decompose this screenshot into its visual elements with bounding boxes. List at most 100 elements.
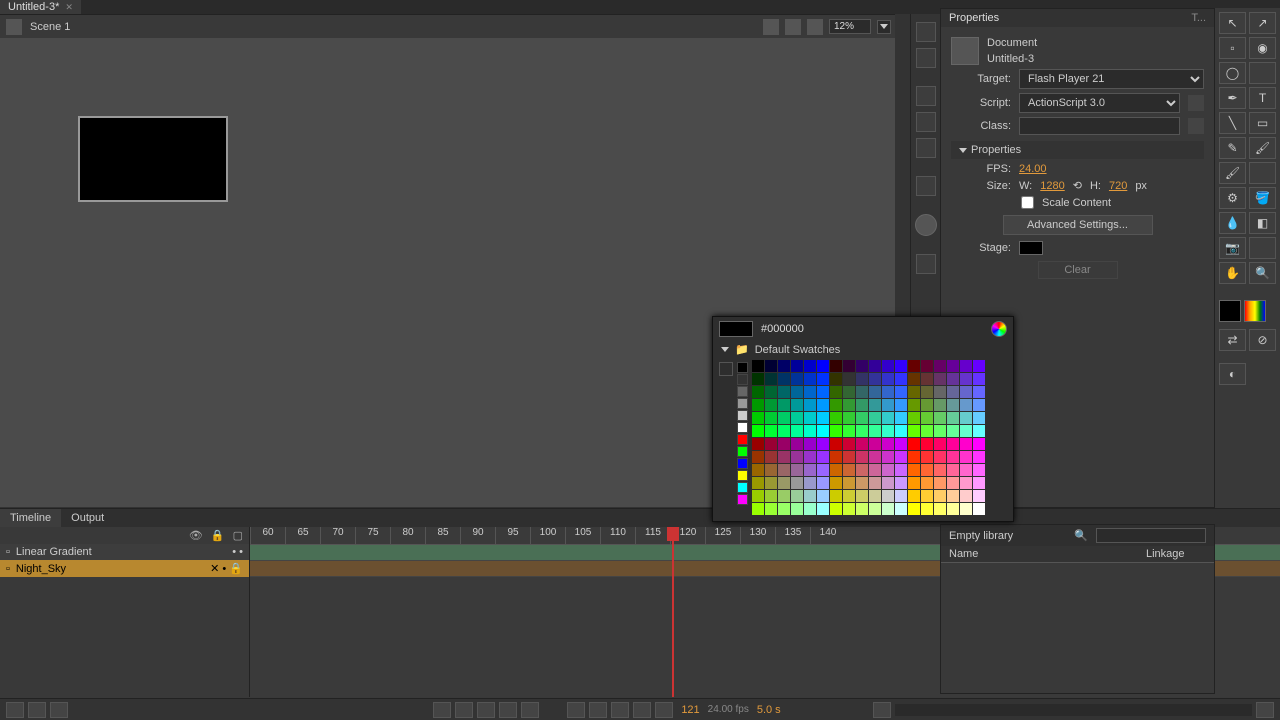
swatch[interactable] (895, 438, 907, 450)
swatch[interactable] (791, 386, 803, 398)
swatch-gray3[interactable] (737, 398, 748, 409)
swatch[interactable] (934, 490, 946, 502)
tool-18[interactable] (1249, 237, 1276, 259)
swatch[interactable] (882, 490, 894, 502)
swatch[interactable] (908, 451, 920, 463)
swatch[interactable] (934, 399, 946, 411)
swatch[interactable] (791, 503, 803, 515)
swatch[interactable] (752, 399, 764, 411)
swatch[interactable] (921, 503, 933, 515)
ruler-tick[interactable]: 70 (320, 527, 355, 544)
swatch[interactable] (856, 451, 868, 463)
swatch[interactable] (960, 438, 972, 450)
edit-scene-icon[interactable] (763, 19, 779, 35)
new-layer-button[interactable] (6, 702, 24, 718)
swatch[interactable] (895, 425, 907, 437)
swatch[interactable] (947, 412, 959, 424)
swatch[interactable] (791, 412, 803, 424)
eye-icon[interactable]: 👁 (189, 529, 203, 542)
swatch[interactable] (843, 399, 855, 411)
no-color-icon[interactable]: ⊘ (1249, 329, 1276, 351)
zoom-input[interactable]: 12% (829, 19, 871, 34)
ruler-tick[interactable]: 115 (635, 527, 670, 544)
swatch[interactable] (934, 438, 946, 450)
linkage-column[interactable]: Linkage (1146, 548, 1206, 560)
class-input[interactable] (1019, 117, 1180, 135)
swatch[interactable] (869, 412, 881, 424)
loop-button[interactable] (589, 702, 607, 718)
swatch[interactable] (791, 425, 803, 437)
swatch[interactable] (817, 373, 829, 385)
scroll-left-button[interactable] (873, 702, 891, 718)
swatch[interactable] (869, 464, 881, 476)
swatch[interactable] (895, 451, 907, 463)
swatch[interactable] (921, 399, 933, 411)
swatch-cyan[interactable] (737, 482, 748, 493)
swatch[interactable] (973, 386, 985, 398)
swatch[interactable] (921, 438, 933, 450)
line-tool[interactable]: ╲ (1219, 112, 1246, 134)
swatch[interactable] (973, 464, 985, 476)
swatch[interactable] (830, 477, 842, 489)
swatch[interactable] (960, 490, 972, 502)
swatch[interactable] (804, 360, 816, 372)
swatch[interactable] (765, 373, 777, 385)
swatch[interactable] (947, 360, 959, 372)
new-folder-button[interactable] (28, 702, 46, 718)
swatch[interactable] (817, 438, 829, 450)
swatch[interactable] (752, 477, 764, 489)
swatch[interactable] (791, 451, 803, 463)
pen-tool[interactable]: ✒ (1219, 87, 1246, 109)
swatch[interactable] (960, 451, 972, 463)
swatch[interactable] (960, 412, 972, 424)
swatch[interactable] (934, 477, 946, 489)
swatch[interactable] (934, 386, 946, 398)
swatch[interactable] (804, 386, 816, 398)
document-tab[interactable]: Untitled-3* ✕ (0, 0, 81, 14)
paint-brush-tool[interactable]: 🖌 (1219, 162, 1246, 184)
swatch[interactable] (960, 464, 972, 476)
swatch[interactable] (856, 412, 868, 424)
dock-icon-7[interactable] (916, 254, 936, 274)
swatch[interactable] (843, 490, 855, 502)
swatch[interactable] (908, 360, 920, 372)
swatch[interactable] (960, 503, 972, 515)
stage-color-swatch[interactable] (1019, 241, 1043, 255)
swatch[interactable] (882, 399, 894, 411)
ruler-tick[interactable]: 80 (390, 527, 425, 544)
dock-icon-6[interactable] (916, 176, 936, 196)
color-grid[interactable] (752, 360, 1007, 515)
swatch[interactable] (921, 360, 933, 372)
outline-icon[interactable]: ▢ (233, 529, 243, 542)
fill-color[interactable] (1244, 300, 1266, 322)
stage-canvas[interactable] (78, 116, 228, 202)
swatch[interactable] (843, 386, 855, 398)
playhead[interactable] (672, 527, 674, 697)
swatch[interactable] (934, 451, 946, 463)
swatch[interactable] (947, 451, 959, 463)
swatch-blue[interactable] (737, 458, 748, 469)
side-tab[interactable]: T... (1191, 12, 1206, 24)
swatch[interactable] (947, 464, 959, 476)
swatch[interactable] (895, 373, 907, 385)
free-transform-tool[interactable]: ▫ (1219, 37, 1246, 59)
link-icon[interactable]: ⟲ (1073, 179, 1082, 192)
swatch[interactable] (947, 477, 959, 489)
swatch-white[interactable] (737, 422, 748, 433)
swatch[interactable] (908, 412, 920, 424)
swatch[interactable] (843, 464, 855, 476)
w-value[interactable]: 1280 (1040, 180, 1064, 192)
options-icon[interactable]: ◐ (1219, 363, 1246, 385)
step-back-button[interactable] (455, 702, 473, 718)
swatch[interactable] (843, 360, 855, 372)
bone-tool[interactable]: ⚙ (1219, 187, 1246, 209)
ruler-tick[interactable]: 75 (355, 527, 390, 544)
swatch[interactable] (778, 503, 790, 515)
swatch[interactable] (752, 503, 764, 515)
swatch[interactable] (895, 412, 907, 424)
swatch[interactable] (830, 360, 842, 372)
swatch[interactable] (830, 464, 842, 476)
swatch[interactable] (817, 360, 829, 372)
swatch[interactable] (843, 477, 855, 489)
selection-tool[interactable]: ↖ (1219, 12, 1246, 34)
